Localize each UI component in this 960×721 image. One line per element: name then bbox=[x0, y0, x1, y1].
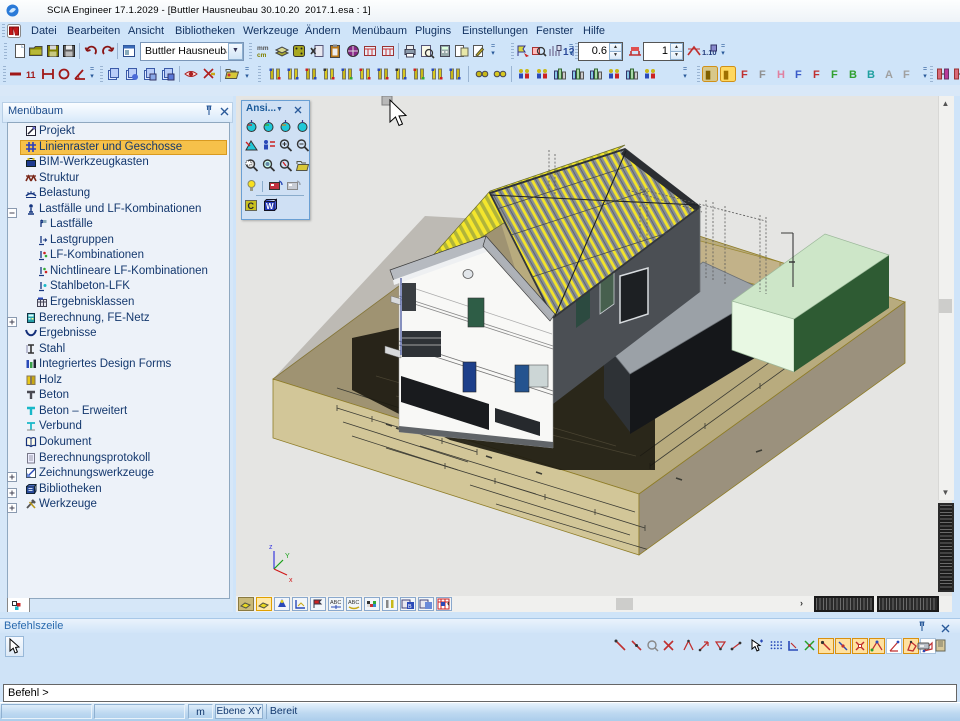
svg-text:x: x bbox=[289, 577, 293, 584]
svg-text:z: z bbox=[269, 544, 273, 551]
svg-text:A: A bbox=[885, 69, 893, 81]
svg-text:▮: ▮ bbox=[723, 69, 729, 81]
svg-text:mm: mm bbox=[257, 45, 269, 52]
svg-text:ABC: ABC bbox=[348, 600, 359, 606]
svg-text:cm: cm bbox=[257, 52, 267, 59]
svg-text:F: F bbox=[831, 69, 838, 81]
svg-text:W: W bbox=[266, 202, 274, 211]
svg-text:C: C bbox=[248, 201, 255, 211]
svg-text:F: F bbox=[903, 69, 910, 81]
svg-text:11: 11 bbox=[26, 70, 36, 80]
svg-text:Y: Y bbox=[285, 553, 290, 560]
svg-text:B: B bbox=[849, 69, 857, 81]
svg-text:B: B bbox=[408, 604, 412, 610]
svg-text:▮: ▮ bbox=[705, 69, 711, 81]
svg-text:B: B bbox=[867, 69, 875, 81]
svg-text:F: F bbox=[795, 69, 802, 81]
svg-text:F: F bbox=[741, 69, 748, 81]
svg-text:F: F bbox=[759, 69, 766, 81]
svg-text:H: H bbox=[777, 69, 785, 81]
svg-text:F: F bbox=[813, 69, 820, 81]
